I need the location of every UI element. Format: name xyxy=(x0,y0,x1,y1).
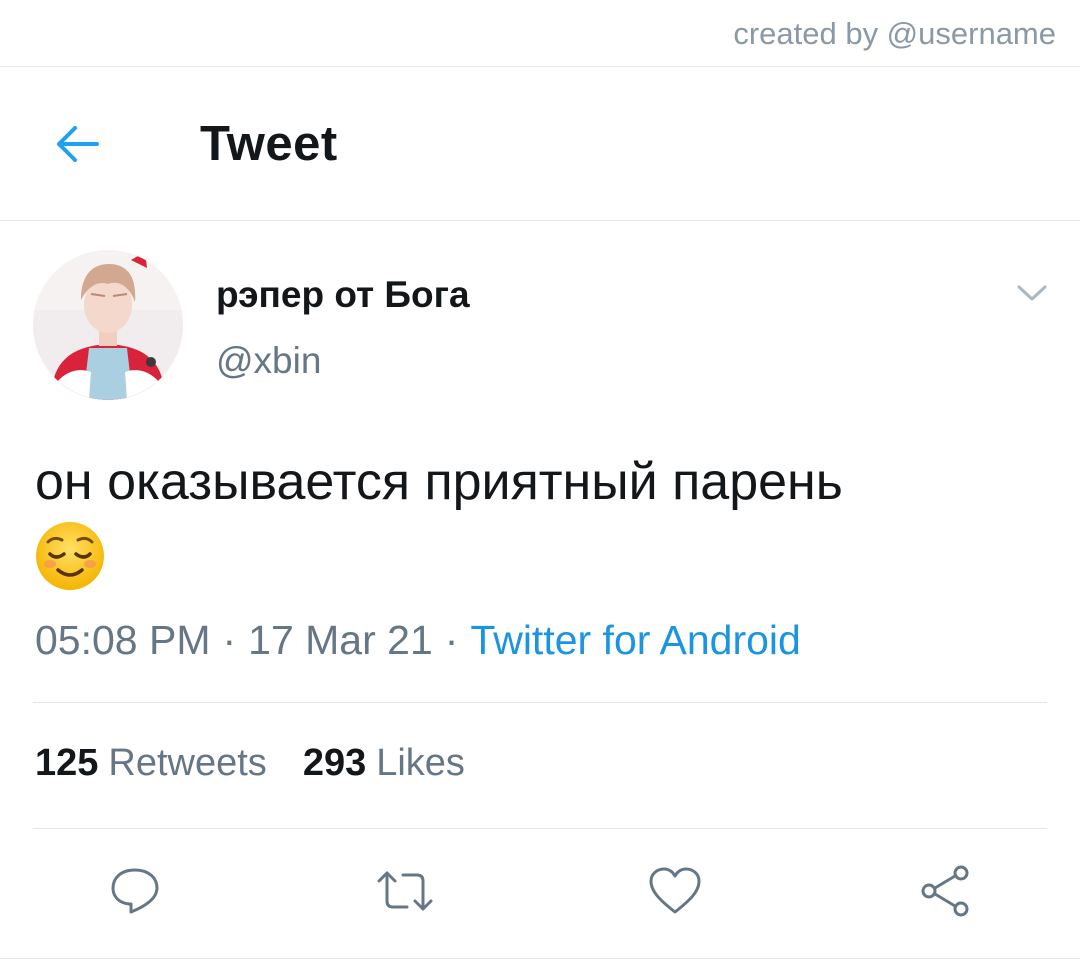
meta-separator: · xyxy=(222,617,237,663)
arrow-left-icon xyxy=(57,126,99,162)
reply-button[interactable] xyxy=(100,860,170,922)
likes-stat[interactable]: 293 Likes xyxy=(303,742,465,785)
chevron-down-icon xyxy=(1017,285,1047,301)
retweet-icon xyxy=(377,871,433,911)
meta-separator: · xyxy=(444,617,459,663)
avatar[interactable] xyxy=(33,250,183,400)
share-icon xyxy=(921,865,969,917)
author-handle[interactable]: @xbin xyxy=(216,340,321,382)
retweet-button[interactable] xyxy=(370,860,440,922)
page-title: Tweet xyxy=(200,117,338,171)
retweets-label: Retweets xyxy=(108,742,267,784)
retweets-stat[interactable]: 125 Retweets xyxy=(35,742,267,785)
like-button[interactable] xyxy=(640,860,710,922)
tweet-source-link[interactable]: Twitter for Android xyxy=(470,617,800,663)
reply-icon xyxy=(111,868,159,914)
divider xyxy=(0,958,1080,959)
retweets-count: 125 xyxy=(35,742,99,784)
tweet-menu-button[interactable] xyxy=(1012,278,1052,308)
tweet-text: он оказывается приятный парень xyxy=(35,453,843,511)
tweet-time: 05:08 PM xyxy=(35,617,211,663)
back-button[interactable] xyxy=(50,120,104,168)
divider xyxy=(0,66,1080,67)
relieved-face-emoji xyxy=(34,520,106,592)
likes-count: 293 xyxy=(302,742,367,784)
like-icon xyxy=(649,867,701,914)
watermark: created by @username xyxy=(733,16,1056,51)
share-button[interactable] xyxy=(910,860,980,922)
likes-label: Likes xyxy=(376,742,465,784)
divider xyxy=(33,828,1047,829)
author-name[interactable]: рэпер от Бога xyxy=(216,274,470,316)
tweet-stats: 125 Retweets 293 Likes xyxy=(35,742,465,785)
tweet-meta: 05:08 PM · 17 Mar 21 · Twitter for Android xyxy=(35,617,801,664)
top-bar: Tweet xyxy=(0,68,1080,220)
divider xyxy=(0,220,1080,221)
divider xyxy=(33,702,1047,703)
tweet-date: 17 Mar 21 xyxy=(248,617,433,663)
